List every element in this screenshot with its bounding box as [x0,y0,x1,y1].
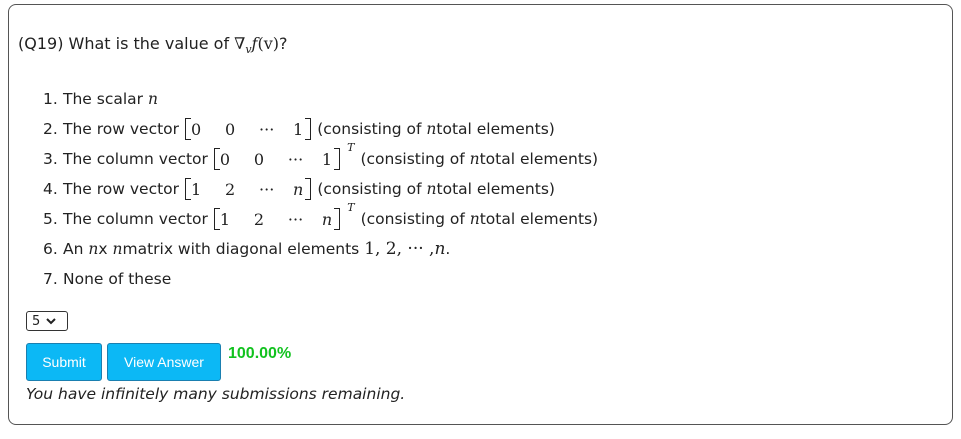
option-text: . [445,240,451,258]
vector: 0 0 ··· 1 [213,148,341,170]
option-7: 7. None of these [43,264,598,294]
option-note-var: n [469,150,480,168]
option-text: x [98,240,108,258]
vector: 1 2 ··· n [185,178,312,200]
option-text: None of these [63,270,172,288]
option-note: (consisting of [360,210,465,228]
vector-cell: 0 [219,149,231,169]
option-text: The row vector [63,180,180,198]
option-var: n [147,90,158,108]
vector-cell: 2 [253,209,265,229]
option-note: total elements) [436,120,555,138]
answer-select-value: 5 [32,313,41,329]
transpose-symbol: T [347,200,355,214]
option-6: 6. An n x n matrix with diagonal element… [43,234,598,264]
option-number: 3. [43,150,58,168]
view-answer-button[interactable]: View Answer [107,343,221,381]
option-number: 6. [43,240,58,258]
option-note: (consisting of [317,120,422,138]
option-text: The row vector [63,120,180,138]
function-argument: (v) [257,34,279,53]
transpose-symbol: T [347,140,355,154]
nabla-symbol: ∇ [234,34,246,53]
option-number: 4. [43,180,58,198]
question-suffix: ? [279,34,288,53]
chevron-down-icon [46,318,56,325]
option-text: The column vector [63,150,208,168]
vector-cell: 1 [219,209,231,229]
option-1: 1. The scalar n [43,84,598,114]
option-5: 5. The column vector 1 2 ··· n T (consis… [43,200,599,234]
vector-cell: ··· [287,209,304,229]
option-note: total elements) [479,210,599,228]
vector-cell: n [321,209,333,229]
option-3: 3. The column vector 0 0 ··· 1 T (consis… [43,140,599,174]
option-text: The scalar [63,90,144,108]
vector-cell: 1 [321,149,333,169]
option-note-var: n [469,210,480,228]
nabla-subscript: v [245,43,252,56]
vector-cell: 0 [191,119,202,139]
vector-cell: 1 [191,179,202,199]
question-text: (Q19) What is the value of ∇vf(v)? [18,34,288,56]
option-note-var: n [426,120,437,138]
submit-button[interactable]: Submit [26,343,102,381]
vector-cell: 2 [225,179,236,199]
option-text: An [63,240,84,258]
option-note-var: n [426,180,437,198]
vector-cell: n [293,179,304,199]
option-number: 7. [43,270,58,288]
options-list: 1. The scalar n 2. The row vector 0 0 ··… [43,84,598,294]
vector-cell: 1 [293,119,304,139]
option-text: The column vector [63,210,208,228]
vector-cell: 0 [225,119,236,139]
option-var: n [112,240,123,258]
vector: 0 0 ··· 1 [185,118,312,140]
option-number: 2. [43,120,58,138]
vector-cell: ··· [259,179,275,199]
vector-cell: ··· [287,149,304,169]
option-note: total elements) [436,180,555,198]
option-var: n [88,240,99,258]
score-text: 100.00% [228,345,292,362]
option-text: matrix with diagonal elements [122,240,360,258]
submissions-remaining-text: You have infinitely many submissions rem… [26,385,406,403]
vector-cell: 0 [253,149,265,169]
option-var: n [434,239,446,259]
option-note: (consisting of [317,180,422,198]
option-sequence: 1, 2, ··· , [364,239,435,259]
option-number: 1. [43,90,58,108]
option-4: 4. The row vector 1 2 ··· n (consisting … [43,174,598,204]
answer-select[interactable]: 5 [26,311,68,331]
option-2: 2. The row vector 0 0 ··· 1 (consisting … [43,114,598,144]
option-note: total elements) [479,150,599,168]
option-note: (consisting of [360,150,465,168]
option-number: 5. [43,210,58,228]
vector-cell: ··· [259,119,275,139]
question-prefix: (Q19) What is the value of [18,34,235,53]
vector: 1 2 ··· n [213,208,341,230]
